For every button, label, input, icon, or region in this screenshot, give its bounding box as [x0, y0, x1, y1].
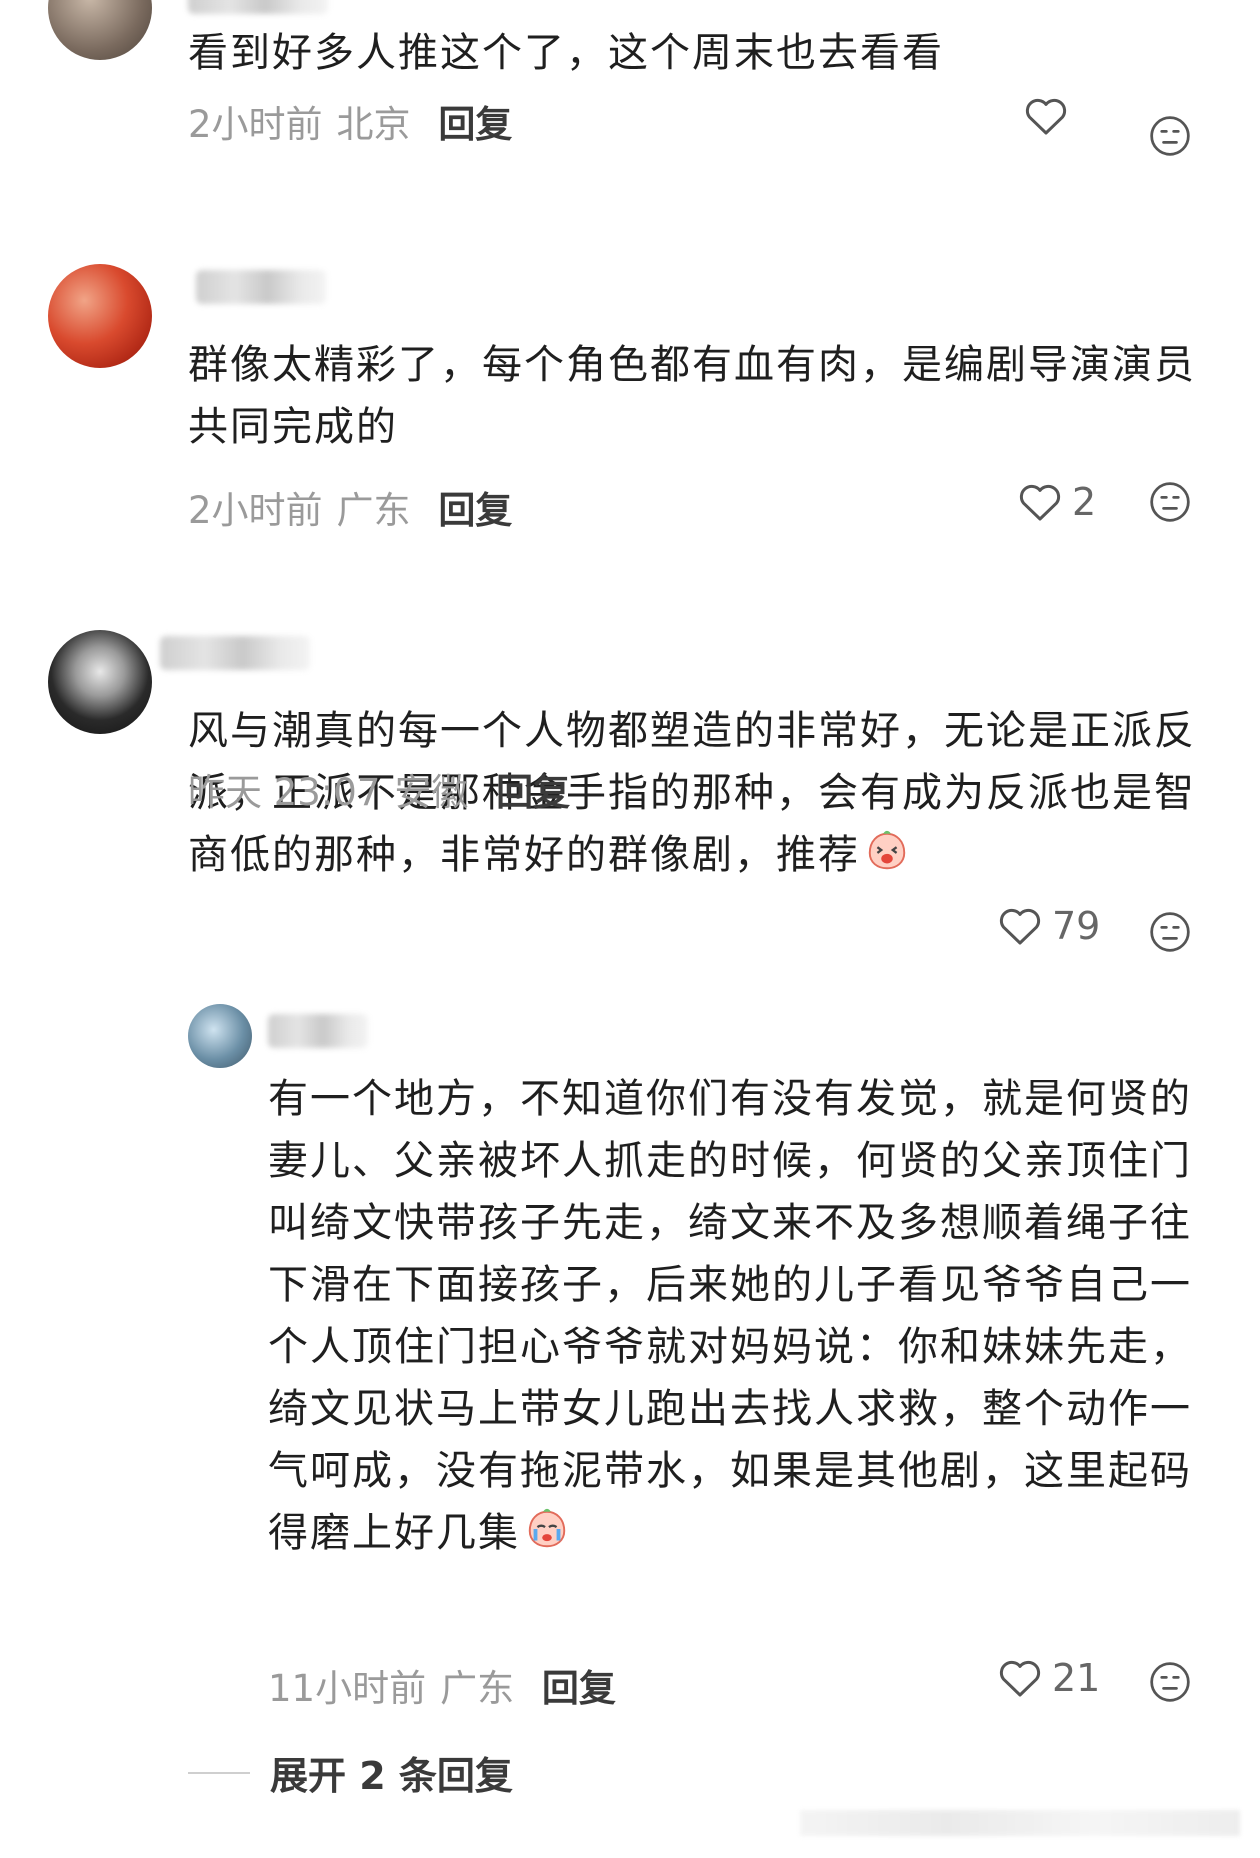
- reply-location: 广东: [440, 1667, 515, 1710]
- comment-location: 北京: [336, 103, 411, 146]
- comment-text: 看到好多人推这个了，这个周末也去看看: [188, 30, 944, 76]
- dislike-icon[interactable]: [1148, 480, 1192, 524]
- like-count: 21: [1052, 1656, 1101, 1700]
- avatar[interactable]: [48, 264, 152, 368]
- dislike-icon[interactable]: [1148, 1660, 1192, 1704]
- comment-time: 2小时前: [188, 489, 323, 532]
- like-button[interactable]: 2: [1016, 478, 1096, 526]
- divider-line: [188, 1771, 250, 1774]
- reply-button[interactable]: 回复: [542, 1667, 616, 1710]
- dislike-icon[interactable]: [1148, 910, 1192, 954]
- expand-replies-button[interactable]: 展开 2 条回复: [188, 1745, 513, 1800]
- like-count: 79: [1052, 904, 1101, 948]
- comment-time: 昨天 23:07: [188, 771, 381, 814]
- heart-icon: [1025, 98, 1067, 135]
- comment-location: 广东: [336, 489, 411, 532]
- like-button[interactable]: 79: [996, 902, 1100, 950]
- comment-meta: 2小时前 广东 回复: [188, 480, 512, 534]
- reply-text-body: 有一个地方，不知道你们有没有发觉，就是何贤的妻儿、父亲被坏人抓走的时候，何贤的父…: [268, 1076, 1192, 1556]
- like-count: 2: [1072, 480, 1097, 524]
- comment-location: 安徽: [394, 771, 469, 814]
- reply-meta: 11小时前 广东 回复: [268, 1658, 616, 1712]
- heart-icon: [999, 908, 1041, 945]
- heart-icon: [1019, 484, 1061, 521]
- avatar[interactable]: [48, 0, 152, 60]
- avatar[interactable]: [188, 1004, 252, 1068]
- username[interactable]: [268, 1014, 368, 1048]
- avatar[interactable]: [48, 630, 152, 734]
- like-button[interactable]: [1022, 92, 1078, 140]
- reply-button[interactable]: 回复: [438, 103, 512, 146]
- crying-sticker-icon: [528, 1508, 566, 1548]
- reply-button[interactable]: 回复: [438, 489, 512, 532]
- watermark: [800, 1810, 1240, 1836]
- comment-meta: 昨天 23:07 安徽 回复: [188, 762, 570, 816]
- reply-button[interactable]: 回复: [496, 771, 570, 814]
- comment-meta: 2小时前 北京 回复: [188, 94, 512, 148]
- username[interactable]: [160, 636, 310, 670]
- username[interactable]: [188, 0, 328, 14]
- reply-text: 有一个地方，不知道你们有没有发觉，就是何贤的妻儿、父亲被坏人抓走的时候，何贤的父…: [268, 1068, 1208, 1564]
- comment-time: 2小时前: [188, 103, 323, 146]
- reply-time: 11小时前: [268, 1667, 427, 1710]
- dislike-icon[interactable]: [1148, 114, 1192, 158]
- comment-text: 群像太精彩了，每个角色都有血有肉，是编剧导演演员共同完成的: [188, 342, 1196, 450]
- expand-replies-label: 展开 2 条回复: [270, 1754, 513, 1798]
- heart-icon: [999, 1660, 1041, 1697]
- like-button[interactable]: 21: [996, 1654, 1100, 1702]
- username[interactable]: [196, 270, 326, 304]
- laughing-sticker-icon: [868, 830, 906, 870]
